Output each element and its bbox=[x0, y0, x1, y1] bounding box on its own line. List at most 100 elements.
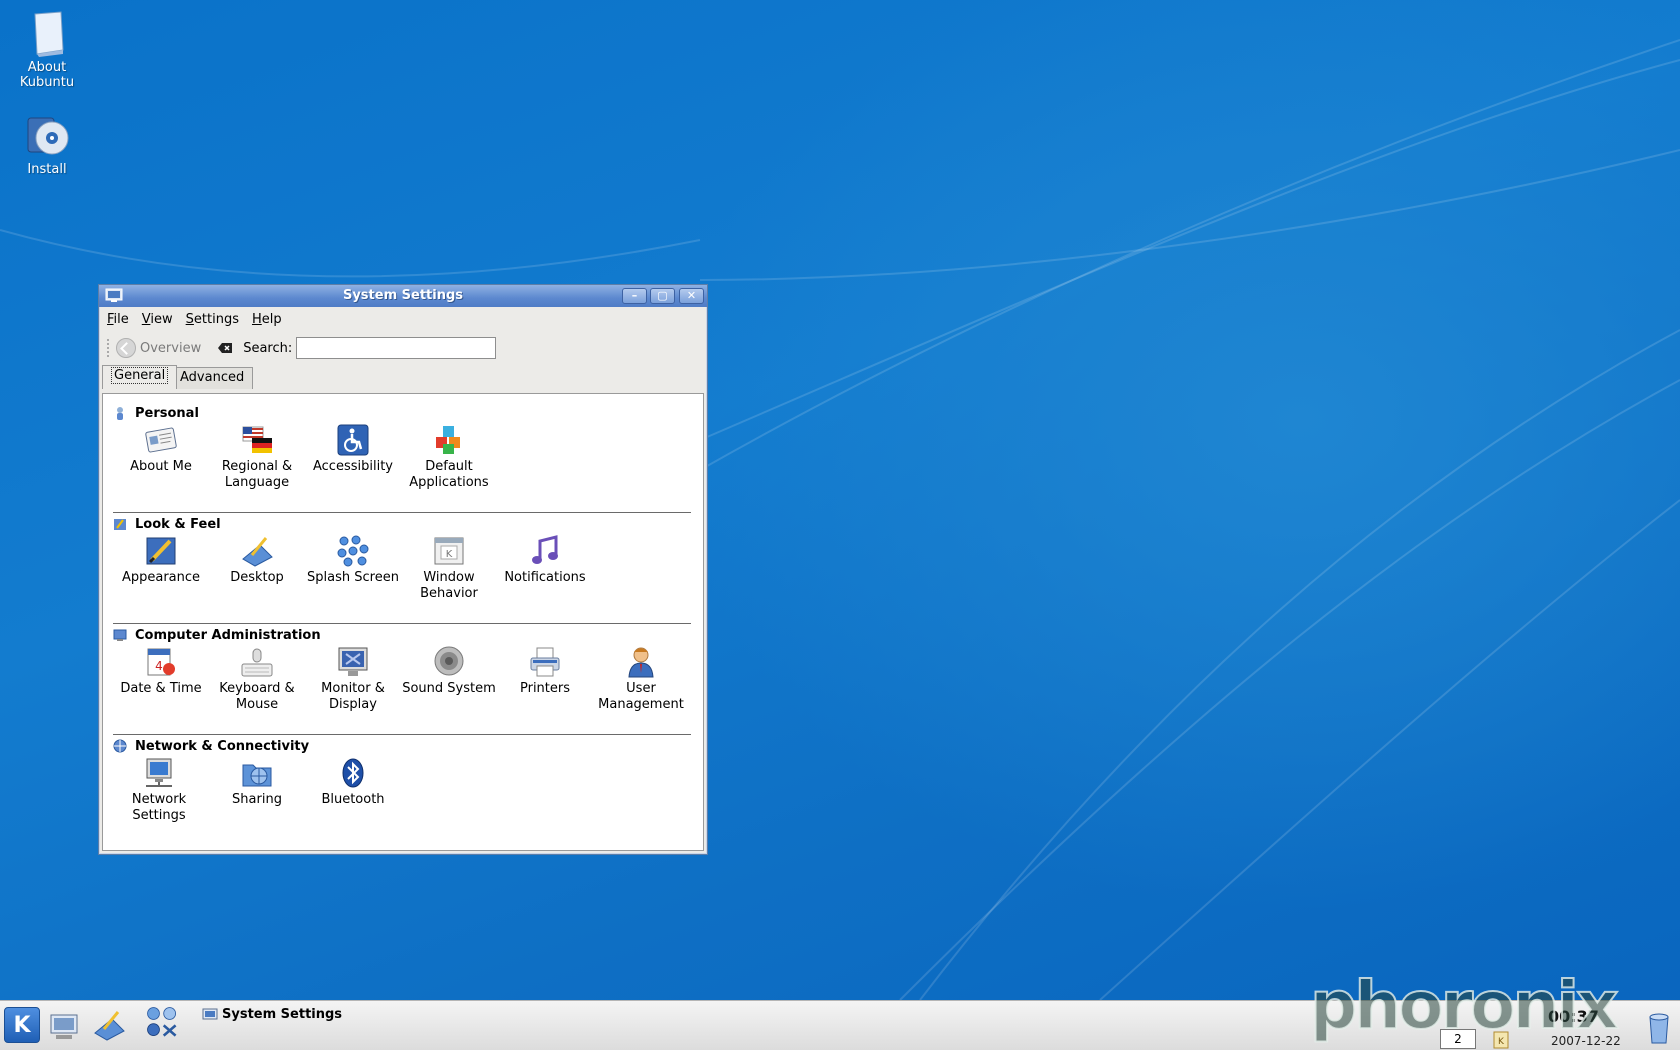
tab-general-label: General bbox=[111, 367, 169, 384]
calendar-clock-icon: 4 bbox=[147, 648, 175, 676]
monitor-icon bbox=[338, 647, 368, 676]
section-title: Computer Administration bbox=[135, 627, 321, 643]
search-label: Search: bbox=[243, 340, 293, 356]
menu-file[interactable]: File bbox=[107, 312, 129, 331]
id-card-icon bbox=[145, 427, 177, 453]
item-label: About Me bbox=[130, 459, 192, 474]
bluetooth-icon bbox=[342, 758, 364, 788]
item-label: Default Applications bbox=[409, 459, 489, 490]
menu-help[interactable]: Help bbox=[252, 312, 282, 331]
item-window-behavior[interactable]: K Window Behavior bbox=[401, 535, 497, 602]
toolbar-grip[interactable] bbox=[107, 339, 110, 357]
speaker-icon bbox=[434, 646, 464, 676]
item-sound-system[interactable]: Sound System bbox=[401, 646, 497, 697]
splash-bubbles-icon bbox=[337, 535, 369, 567]
keyboard-mouse-icon bbox=[241, 648, 273, 677]
section-look-feel: Look & Feel Appearance Desktop Splash Sc… bbox=[113, 515, 691, 625]
section-network-connectivity: Network & Connectivity Network Settings bbox=[113, 737, 691, 837]
item-monitor-display[interactable]: Monitor & Display bbox=[305, 646, 401, 713]
document-icon bbox=[34, 11, 64, 57]
toolbar: Overview Search: bbox=[99, 331, 707, 365]
music-note-icon bbox=[532, 535, 558, 564]
item-default-applications[interactable]: Default Applications bbox=[401, 424, 497, 491]
item-accessibility[interactable]: Accessibility bbox=[305, 424, 401, 475]
window-behavior-icon: K bbox=[434, 537, 464, 565]
item-label: Monitor & Display bbox=[321, 681, 385, 712]
flags-icon bbox=[242, 426, 272, 453]
close-button[interactable]: ✕ bbox=[679, 288, 704, 304]
clear-search-icon[interactable] bbox=[217, 342, 233, 354]
tab-advanced[interactable]: Advanced bbox=[171, 367, 254, 389]
item-bluetooth[interactable]: Bluetooth bbox=[305, 757, 401, 808]
settings-content: Personal About Me Regional & Language Ac… bbox=[102, 393, 704, 851]
item-notifications[interactable]: Notifications bbox=[497, 535, 593, 586]
maximize-button[interactable]: ▢ bbox=[650, 288, 675, 304]
item-label: Window Behavior bbox=[420, 570, 478, 601]
item-label: Printers bbox=[519, 681, 571, 696]
printer-icon bbox=[530, 647, 560, 677]
item-appearance[interactable]: Appearance bbox=[113, 535, 209, 586]
item-label: Network Settings bbox=[131, 792, 187, 823]
section-title: Look & Feel bbox=[135, 516, 221, 532]
globe-small-icon bbox=[113, 739, 127, 753]
taskbar-item-label: System Settings bbox=[222, 1007, 343, 1022]
desktop-brush-icon bbox=[242, 537, 273, 567]
desktop-icon-install[interactable]: Install bbox=[2, 110, 92, 177]
overview-button[interactable]: Overview bbox=[116, 338, 201, 358]
network-monitor-icon bbox=[146, 758, 172, 787]
desktop-icon-about-kubuntu[interactable]: About Kubuntu bbox=[2, 10, 92, 90]
cubes-icon bbox=[436, 426, 460, 454]
menu-settings[interactable]: Settings bbox=[186, 312, 239, 331]
install-cd-icon bbox=[27, 117, 69, 155]
item-label: Desktop bbox=[230, 570, 284, 585]
item-splash-screen[interactable]: Splash Screen bbox=[305, 535, 401, 586]
system-settings-icon bbox=[202, 1008, 218, 1019]
item-label: Regional & Language bbox=[221, 459, 293, 490]
minimize-button[interactable]: – bbox=[622, 288, 647, 304]
item-desktop[interactable]: Desktop bbox=[209, 535, 305, 586]
window-titlebar[interactable]: System Settings – ▢ ✕ bbox=[99, 285, 707, 307]
wheelchair-icon bbox=[337, 424, 369, 456]
desktop-icon-label: About Kubuntu bbox=[19, 60, 75, 90]
item-date-time[interactable]: 4 Date & Time bbox=[113, 646, 209, 697]
section-divider bbox=[113, 623, 691, 624]
item-sharing[interactable]: Sharing bbox=[209, 757, 305, 808]
overview-label: Overview bbox=[140, 340, 202, 356]
quick-launch-icons[interactable] bbox=[144, 1005, 180, 1039]
item-user-management[interactable]: User Management bbox=[593, 646, 689, 713]
computer-small-icon bbox=[113, 629, 127, 641]
search-input[interactable] bbox=[296, 337, 497, 359]
item-label: Notifications bbox=[504, 570, 586, 585]
appearance-small-icon bbox=[114, 519, 126, 530]
phoronix-watermark: phoronix bbox=[1309, 967, 1620, 1044]
desktop-launcher-icon[interactable] bbox=[92, 1009, 128, 1043]
taskbar-item-system-settings[interactable]: System Settings bbox=[202, 1007, 342, 1022]
item-printers[interactable]: Printers bbox=[497, 646, 593, 697]
system-settings-window: System Settings – ▢ ✕ File View Settings… bbox=[98, 284, 708, 855]
item-label: Sound System bbox=[402, 681, 496, 696]
menu-view[interactable]: View bbox=[142, 312, 173, 331]
item-regional-language[interactable]: Regional & Language bbox=[209, 424, 305, 491]
item-label: Bluetooth bbox=[321, 792, 385, 807]
user-icon bbox=[628, 647, 654, 678]
desktop-icon-label: Install bbox=[27, 162, 67, 177]
item-about-me[interactable]: About Me bbox=[113, 424, 209, 475]
item-network-settings[interactable]: Network Settings bbox=[111, 757, 207, 824]
k-menu-button[interactable]: K bbox=[4, 1007, 40, 1043]
tab-general[interactable]: General bbox=[102, 365, 178, 389]
person-icon bbox=[117, 407, 123, 420]
section-computer-administration: Computer Administration 4 Date & Time Ke… bbox=[113, 626, 691, 736]
trash-icon[interactable] bbox=[1646, 1011, 1672, 1045]
section-header: Computer Administration bbox=[113, 626, 691, 644]
section-title: Personal bbox=[135, 405, 199, 421]
menubar: File View Settings Help bbox=[99, 307, 707, 331]
item-label: Sharing bbox=[232, 792, 282, 807]
section-header: Personal bbox=[113, 404, 691, 422]
system-launcher-icon[interactable] bbox=[48, 1009, 84, 1043]
item-keyboard-mouse[interactable]: Keyboard & Mouse bbox=[209, 646, 305, 713]
item-label: Accessibility bbox=[313, 459, 393, 474]
item-label: Splash Screen bbox=[307, 570, 399, 585]
section-header: Network & Connectivity bbox=[113, 737, 691, 755]
item-label: Keyboard & Mouse bbox=[219, 681, 295, 712]
svg-text:K: K bbox=[446, 549, 453, 560]
